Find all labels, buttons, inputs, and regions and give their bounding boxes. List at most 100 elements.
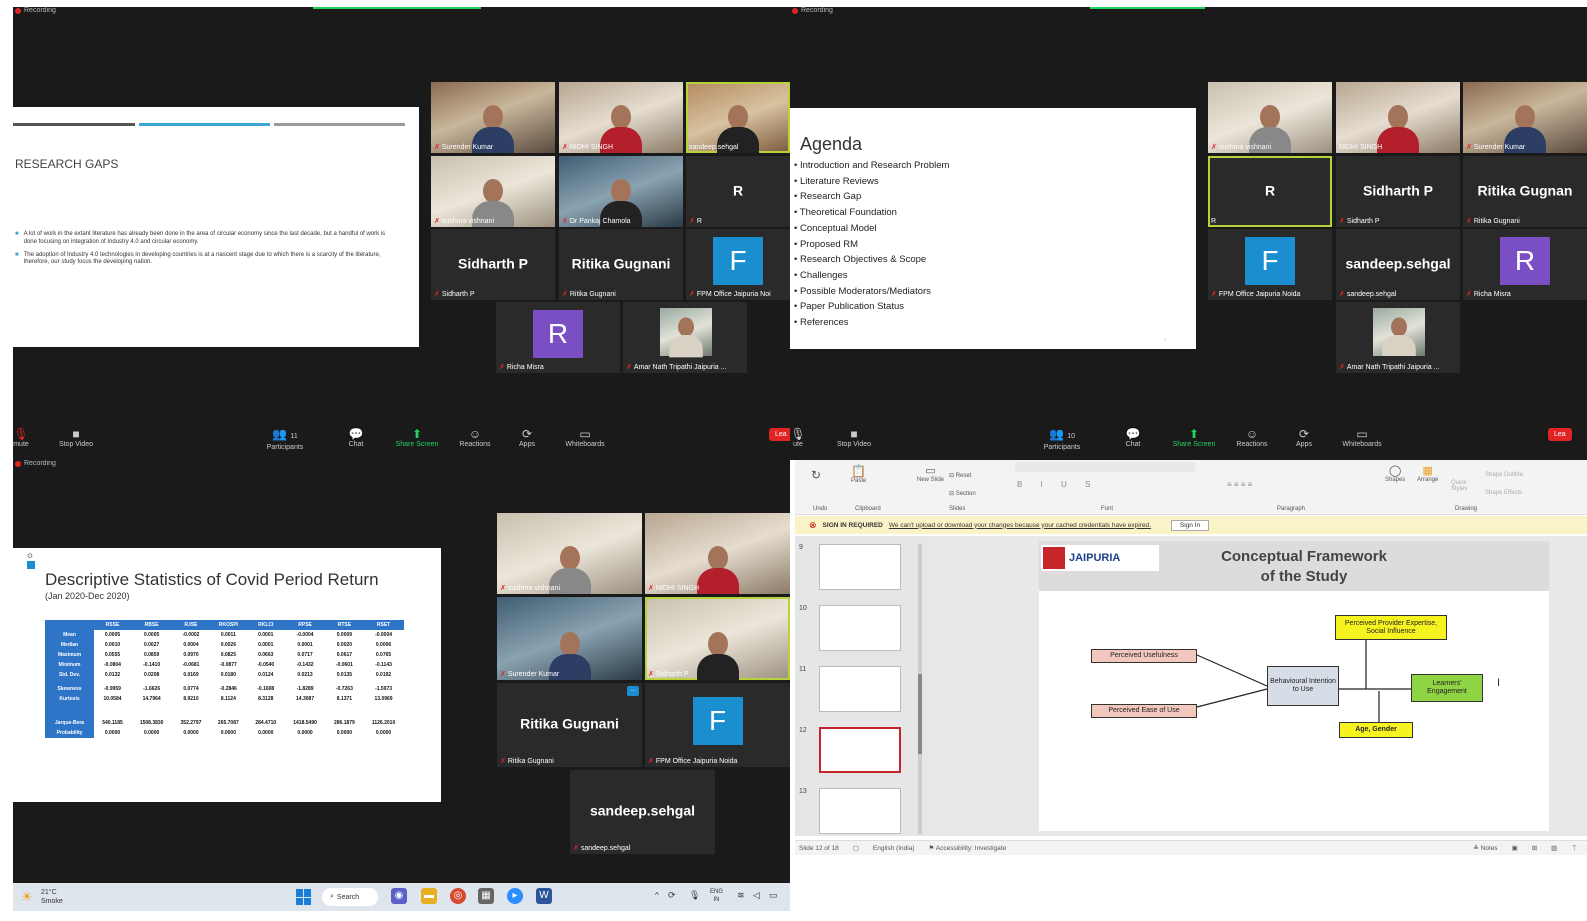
scrollbar-thumb[interactable] (918, 674, 922, 754)
wifi-icon[interactable]: ≋ (737, 890, 745, 901)
mute-button[interactable]: 🎙 ute (790, 427, 828, 448)
video-tile[interactable]: ✗ Surender Kumar (431, 82, 555, 153)
video-tile[interactable]: Ritika Gugnani ... ✗ Ritika Gugnani (497, 683, 642, 767)
video-tile[interactable]: ✗ sushma vishnani (1208, 82, 1332, 153)
shape-outline-button[interactable]: Shape Outline (1485, 472, 1523, 478)
weather-widget[interactable]: 21°C Smoke (41, 888, 63, 906)
video-tile-active-speaker[interactable]: ✗ Sidharth P (645, 597, 790, 680)
video-tile[interactable]: sandeep.sehgal ✗ sandeep.sehgal (1336, 229, 1460, 300)
video-tile[interactable]: R ✗ Richa Misra (496, 302, 620, 373)
video-tile[interactable]: ✗ Dr Pankaj Chamola (559, 156, 683, 227)
chat-button[interactable]: 💬 Chat (1103, 427, 1163, 448)
volume-icon[interactable]: ◁ (753, 890, 760, 901)
taskbar-search[interactable]: ⌕ Search (322, 888, 378, 906)
bullet-item: ■ The adoption of Industry 4.0 technologi… (15, 251, 381, 266)
calculator-icon[interactable]: ▦ (478, 888, 494, 904)
leave-button[interactable]: Lea (1548, 428, 1572, 441)
windows-start-icon[interactable] (296, 889, 312, 905)
leave-button[interactable]: Lea (769, 428, 790, 441)
video-tile[interactable]: Sidharth P ✗ Sidharth P (1336, 156, 1460, 227)
section-button[interactable]: ⊟ Section (949, 490, 976, 497)
shapes-button[interactable]: ◯ Shapes (1385, 464, 1405, 483)
video-tile-active-speaker[interactable]: R R (1208, 156, 1332, 227)
paste-button[interactable]: 📋 Paste (851, 464, 866, 484)
video-tile[interactable]: Ritika Gugnan ✗ Ritika Gugnani (1463, 156, 1587, 227)
accessibility-status[interactable]: ⚑ Accessibility: Investigate (928, 844, 1006, 852)
video-tile[interactable]: R ✗ Richa Misra (1463, 229, 1587, 300)
normal-view-icon[interactable]: ▣ (1512, 844, 1518, 852)
video-tile[interactable]: Sidharth P ✗ Sidharth P (431, 229, 555, 300)
notes-button[interactable]: ≜ Notes (1473, 844, 1497, 852)
share-screen-button[interactable]: ⬆ Share Screen (387, 427, 447, 448)
slide-control-icon[interactable]: ⊙ (27, 552, 33, 560)
table-cell: 352.2797 (172, 718, 210, 728)
whiteboards-button[interactable]: ▭ Whiteboards (555, 427, 615, 448)
video-tile[interactable]: ✗ NIDHI SINGH (559, 82, 683, 153)
slide-annotation-icon[interactable] (27, 561, 35, 569)
sign-in-button[interactable]: Sign In (1170, 519, 1210, 531)
participants-button[interactable]: 👥 10 Participants (1032, 427, 1092, 451)
video-tile[interactable]: ✗ sushma vishnani (497, 513, 642, 594)
paragraph-align-buttons[interactable]: ≡ ≡ ≡ ≡ (1227, 480, 1252, 489)
video-tile[interactable]: F ✗ FPM Office Jaipuria Noida (1208, 229, 1332, 300)
slide-thumbnail[interactable]: 9 (799, 544, 909, 596)
chrome-icon[interactable]: ◎ (450, 888, 466, 904)
language-indicator[interactable]: English (India) (873, 845, 915, 852)
microphone-tray-icon[interactable]: 🎙 (689, 890, 700, 901)
slideshow-icon[interactable]: ⊤ (1571, 844, 1577, 852)
share-screen-button[interactable]: ⬆ Share Screen (1164, 427, 1224, 448)
shape-effects-button[interactable]: Shape Effects (1485, 490, 1522, 496)
video-tile[interactable]: sandeep.sehgal ✗ sandeep.sehgal (570, 770, 715, 854)
participants-button[interactable]: 👥 11 Participants (255, 427, 315, 451)
video-tile[interactable]: ✗ sushma vishnani (431, 156, 555, 227)
file-explorer-icon[interactable]: ▬ (421, 888, 437, 904)
reactions-button[interactable]: ☺ Reactions (1222, 427, 1282, 448)
more-options-button[interactable]: ... (627, 686, 639, 696)
video-tile[interactable]: ✗ Surender Kumar (1463, 82, 1587, 153)
undo-icon[interactable]: ↻ (811, 468, 821, 482)
battery-icon[interactable]: ▭ (769, 890, 778, 901)
font-name-dropdown[interactable] (1015, 462, 1195, 472)
muted-mic-icon: ✗ (562, 144, 568, 151)
video-tile[interactable]: ✗ NIDHI SINGH (645, 513, 790, 594)
slide-thumbnail[interactable]: 13 (799, 788, 909, 840)
stop-video-button[interactable]: ■ Stop Video (824, 427, 884, 448)
tray-chevron-icon[interactable]: ^ (655, 891, 659, 900)
tray-app-icon[interactable]: ⟳ (668, 890, 676, 901)
apps-button[interactable]: ⟳ Apps (1274, 427, 1334, 448)
teams-chat-icon[interactable]: ◉ (391, 888, 407, 904)
weather-icon[interactable]: ☀ (21, 889, 33, 905)
stop-video-button[interactable]: ■ Stop Video (46, 427, 106, 448)
reset-button[interactable]: ⊟ Reset (949, 472, 971, 479)
zoom-app-icon[interactable]: ▸ (507, 888, 523, 904)
arrange-button[interactable]: ▦ Arrange (1417, 464, 1438, 483)
video-tile[interactable]: ✗ Amar Nath Tripathi Jaipuria ... (623, 302, 747, 373)
chat-button[interactable]: 💬 Chat (326, 427, 386, 448)
new-slide-button[interactable]: ▭ New Slide (917, 464, 944, 483)
video-tile[interactable]: F ✗ FPM Office Jaipuria Noi (686, 229, 790, 300)
video-tile[interactable]: R ✗ R (686, 156, 790, 227)
video-tile[interactable]: Ritika Gugnani ✗ Ritika Gugnani (559, 229, 683, 300)
language-switcher[interactable]: ENG IN (710, 888, 723, 904)
apps-button[interactable]: ⟳ Apps (497, 427, 557, 448)
quick-styles-button[interactable]: Quick Styles (1451, 480, 1475, 492)
slide-thumbnail[interactable]: 11 (799, 666, 909, 718)
thumbnail-scrollbar[interactable] (918, 544, 922, 834)
video-tile[interactable]: ✗ Amar Nath Tripathi Jaipuria ... (1336, 302, 1460, 373)
slide-canvas[interactable]: JAIPURIA Conceptual Framework of the Stu… (1039, 541, 1549, 831)
reading-view-icon[interactable]: ▥ (1551, 844, 1557, 852)
slide-thumbnail[interactable]: 10 (799, 605, 909, 657)
video-tile[interactable]: F ✗ FPM Office Jaipuria Noida (645, 683, 790, 767)
slide-sorter-icon[interactable]: ⊞ (1532, 844, 1537, 852)
reactions-button[interactable]: ☺ Reactions (445, 427, 505, 448)
font-format-buttons[interactable]: B I U S (1017, 480, 1098, 489)
spellcheck-icon[interactable]: ▢ (853, 844, 859, 852)
slide-thumbnail[interactable]: 12 (799, 727, 909, 779)
video-tile[interactable]: NIDHI SINGH (1336, 82, 1460, 153)
apps-icon: ⟳ (521, 427, 533, 441)
whiteboards-button[interactable]: ▭ Whiteboards (1332, 427, 1392, 448)
table-cell: 0.0774 (172, 684, 210, 694)
video-tile-active-speaker[interactable]: sandeep.sehgal (686, 82, 790, 153)
video-tile[interactable]: ✗ Surender Kumar (497, 597, 642, 680)
word-icon[interactable]: W (536, 888, 552, 904)
